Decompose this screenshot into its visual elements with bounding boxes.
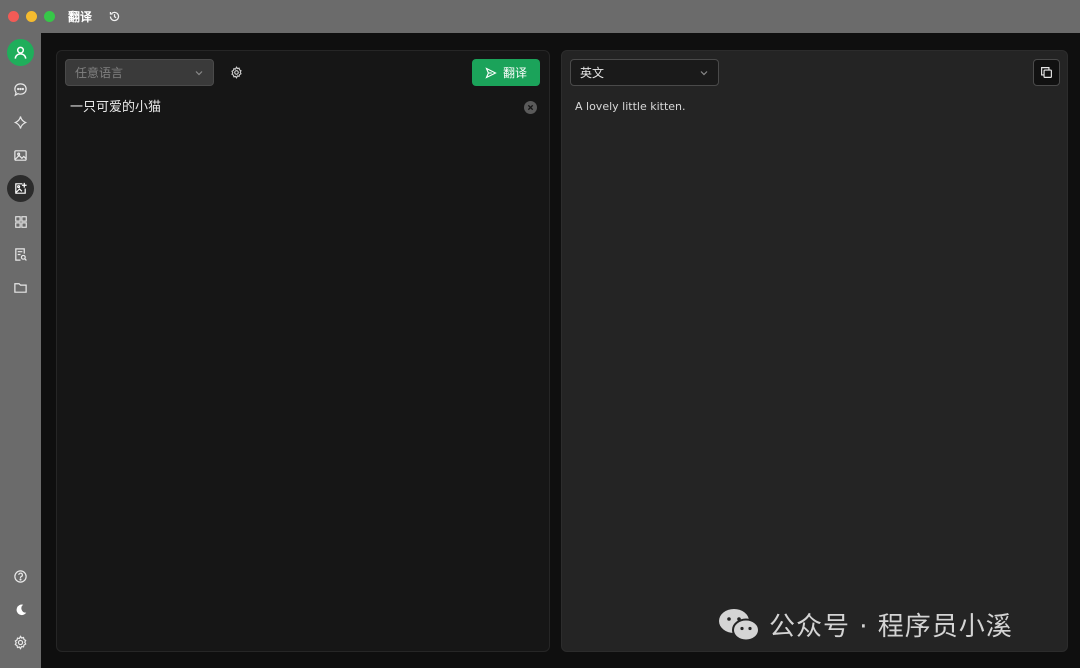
sidebar-item-document-search[interactable] — [7, 241, 34, 268]
user-icon — [14, 46, 27, 59]
sidebar-item-image-edit[interactable] — [7, 175, 34, 202]
source-panel: 任意语言 翻译 一只可爱的小猫 — [56, 50, 550, 652]
translate-button-label: 翻译 — [502, 66, 527, 80]
sidebar — [0, 33, 41, 668]
theme-toggle-button[interactable] — [7, 596, 34, 623]
source-text-input[interactable]: 一只可爱的小猫 — [70, 99, 510, 117]
source-language-select[interactable]: 任意语言 — [65, 59, 214, 86]
main-area: 任意语言 翻译 一只可爱的小猫 英文 A lovely little kitte… — [41, 33, 1080, 668]
translate-settings-button[interactable] — [228, 64, 244, 80]
sidebar-item-image[interactable] — [7, 142, 34, 169]
image-icon — [14, 150, 27, 161]
copy-button[interactable] — [1033, 59, 1060, 86]
sidebar-item-chat[interactable] — [7, 76, 34, 103]
history-icon — [109, 11, 119, 22]
sidebar-item-settings[interactable] — [7, 629, 34, 656]
user-avatar-button[interactable] — [7, 39, 34, 66]
history-button[interactable] — [106, 9, 122, 25]
sidebar-item-sparkle[interactable] — [7, 109, 34, 136]
watermark: 公众号 · 程序员小溪 — [717, 606, 1013, 643]
maximize-window-button[interactable] — [44, 11, 55, 22]
translation-result: A lovely little kitten. — [575, 100, 686, 113]
window-title: 翻译 — [68, 10, 93, 24]
send-icon — [485, 66, 497, 79]
chat-icon — [14, 83, 27, 97]
target-language-value: 英文 — [580, 66, 605, 80]
clear-text-button[interactable] — [524, 101, 537, 114]
result-panel: 英文 A lovely little kitten. — [561, 50, 1068, 652]
title-bar: 翻译 — [0, 0, 1080, 33]
document-search-icon — [15, 248, 27, 261]
gear-icon — [14, 635, 27, 650]
chevron-down-icon — [700, 71, 708, 76]
wechat-icon — [719, 608, 760, 641]
chevron-down-icon — [195, 71, 203, 76]
sparkle-icon — [13, 116, 28, 129]
source-language-placeholder: 任意语言 — [75, 66, 124, 80]
sidebar-item-grid[interactable] — [7, 208, 34, 235]
image-edit-icon — [15, 182, 27, 194]
translate-button[interactable]: 翻译 — [472, 59, 540, 86]
folder-icon — [14, 283, 27, 293]
window-controls — [8, 11, 55, 22]
close-icon — [527, 104, 534, 111]
grid-icon — [14, 215, 27, 228]
copy-icon — [1041, 67, 1052, 78]
close-window-button[interactable] — [8, 11, 19, 22]
sidebar-item-help[interactable] — [7, 563, 34, 590]
moon-icon — [16, 604, 26, 615]
gear-icon — [230, 65, 242, 79]
help-icon — [14, 570, 27, 583]
minimize-window-button[interactable] — [26, 11, 37, 22]
sidebar-item-folder[interactable] — [7, 274, 34, 301]
watermark-text: 公众号 · 程序员小溪 — [769, 612, 1013, 642]
target-language-select[interactable]: 英文 — [570, 59, 719, 86]
